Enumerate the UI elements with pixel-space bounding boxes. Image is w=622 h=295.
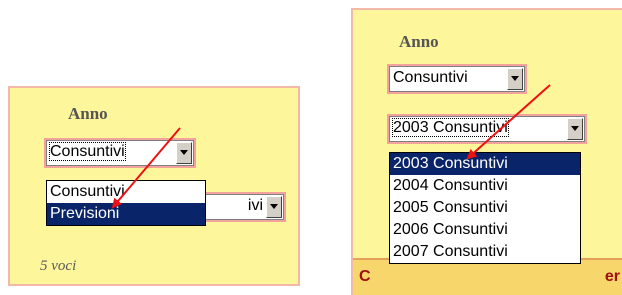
annotation-arrows <box>111 84 551 209</box>
red-arrow-annotation-left <box>111 127 181 209</box>
red-arrow-annotation-right <box>466 84 551 160</box>
